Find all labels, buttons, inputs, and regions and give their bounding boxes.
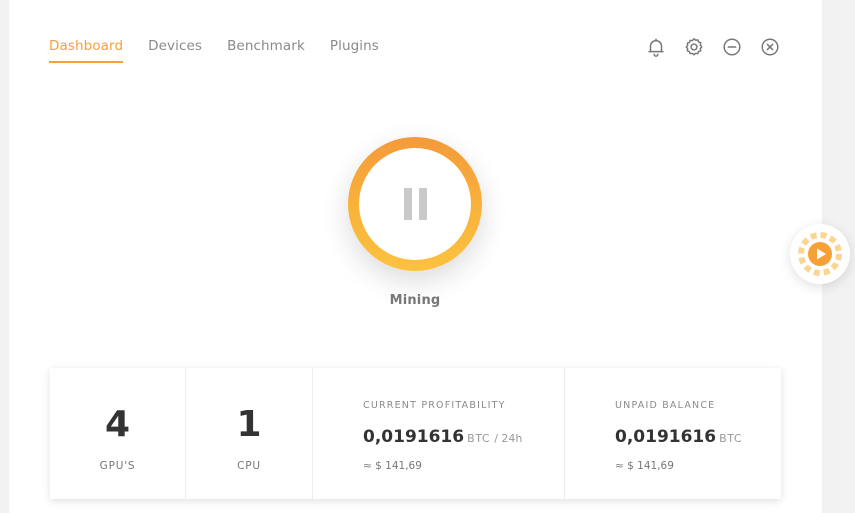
tab-benchmark[interactable]: Benchmark [227,38,305,63]
balance-unit: BTC [719,432,743,445]
cpu-count-cell: 1 CPU [186,368,313,499]
tab-dashboard[interactable]: Dashboard [49,38,124,63]
minimize-icon[interactable] [720,35,744,59]
mining-status-label: Mining [389,293,441,308]
gpu-count: 4 [104,404,131,445]
close-icon[interactable] [758,35,782,59]
play-spinner-icon [798,232,842,276]
main-nav: Dashboard Devices Benchmark Plugins [49,38,379,63]
pause-icon [418,188,427,220]
side-launch-button[interactable] [790,224,850,284]
cpu-count: 1 [236,404,262,445]
pause-icon [403,188,412,220]
balance-cell: UNPAID BALANCE 0,0191616 BTC ≈ $ 141,69 [565,368,781,499]
profitability-cell: CURRENT PROFITABILITY 0,0191616 BTC/ 24h … [313,368,565,499]
profitability-usd: ≈ $ 141,69 [363,460,422,472]
cpu-label: CPU [237,460,261,472]
balance-usd: ≈ $ 141,69 [615,460,674,472]
tab-devices[interactable]: Devices [148,38,202,63]
profitability-value-row: 0,0191616 BTC/ 24h [363,427,522,447]
gpu-count-cell: 4 GPU'S [50,368,186,499]
stats-panel: 4 GPU'S 1 CPU CURRENT PROFITABILITY 0,01… [50,368,781,499]
gear-icon[interactable] [682,35,706,59]
mining-toggle[interactable] [348,137,482,271]
profitability-caption: CURRENT PROFITABILITY [363,400,506,411]
profitability-value: 0,0191616 [363,427,465,447]
gpu-label: GPU'S [99,460,136,472]
app-window: Dashboard Devices Benchmark Plugins Mini… [9,0,822,513]
pause-button[interactable] [359,148,471,260]
profitability-unit: BTC [467,432,491,445]
window-controls [644,35,782,59]
profitability-period: / 24h [494,432,523,445]
balance-value-row: 0,0191616 BTC [615,427,742,447]
balance-value: 0,0191616 [615,427,717,447]
tab-plugins[interactable]: Plugins [330,38,379,63]
balance-caption: UNPAID BALANCE [615,400,716,411]
bell-icon[interactable] [644,35,668,59]
